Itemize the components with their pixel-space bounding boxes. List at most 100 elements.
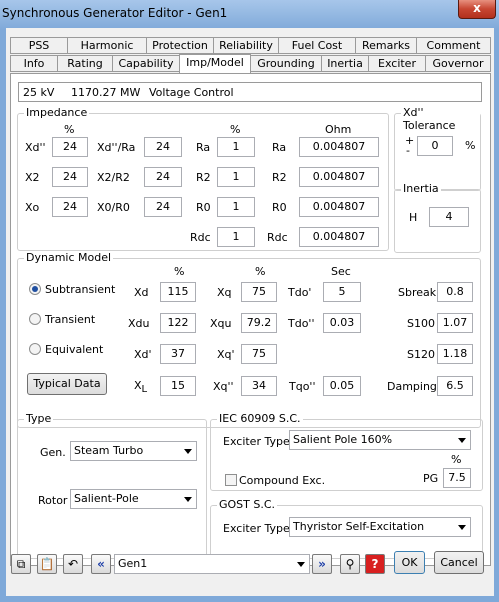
r0-pct-field[interactable]: 1 <box>217 197 255 217</box>
ra-pct-field[interactable]: 1 <box>217 137 255 157</box>
r0-ohm-label: R0 <box>272 201 287 214</box>
pg-field[interactable]: 7.5 <box>443 468 471 488</box>
tab-pss[interactable]: PSS <box>10 37 68 54</box>
next-icon[interactable]: » <box>312 554 332 574</box>
tolerance-minus: - <box>406 144 410 157</box>
info-power: 1170.27 MW <box>71 86 141 99</box>
rotor-type-select[interactable]: Salient-Pole <box>70 489 197 509</box>
tab-rating[interactable]: Rating <box>57 55 113 72</box>
chevron-down-icon <box>458 438 466 443</box>
tab-fuel-cost[interactable]: Fuel Cost <box>278 37 356 54</box>
tab-remarks[interactable]: Remarks <box>355 37 417 54</box>
xdu-label: Xdu <box>128 317 150 330</box>
dyn-sec-header: Sec <box>331 265 351 278</box>
ok-button[interactable]: OK <box>394 551 425 574</box>
r0-ohm-field[interactable]: 0.004807 <box>299 197 379 217</box>
ra-ohm-field[interactable]: 0.004807 <box>299 137 379 157</box>
typical-data-button[interactable]: Typical Data <box>27 373 107 395</box>
cancel-button[interactable]: Cancel <box>434 551 484 574</box>
tab-exciter[interactable]: Exciter <box>368 55 426 72</box>
tab-info[interactable]: Info <box>10 55 58 72</box>
paste-icon[interactable]: 📋 <box>37 554 57 574</box>
chevron-down-icon <box>184 449 192 454</box>
rdc-pct-field[interactable]: 1 <box>217 227 255 247</box>
tdo1-field[interactable]: 5 <box>323 282 361 302</box>
tdo1-label: Tdo' <box>288 286 312 299</box>
gen-type-select[interactable]: Steam Turbo <box>70 441 197 461</box>
title-bar: Synchronous Generator Editor - Gen1 x <box>0 0 499 28</box>
copy-icon[interactable]: ⧉ <box>11 554 31 574</box>
r2-ohm-field[interactable]: 0.004807 <box>299 167 379 187</box>
iec-exciter-value: Salient Pole 160% <box>293 433 393 446</box>
tolerance-unit: % <box>465 139 476 152</box>
xq2-field[interactable]: 34 <box>241 376 277 396</box>
xd2-label: Xd'' <box>25 141 46 154</box>
xqu-field[interactable]: 79.2 <box>241 313 277 333</box>
tqo-field[interactable]: 0.05 <box>323 376 361 396</box>
close-button[interactable]: x <box>458 0 496 19</box>
rdc-label: Rdc <box>190 231 211 244</box>
x0-r0-label: X0/R0 <box>97 201 130 214</box>
tolerance-title: Xd'' Tolerance <box>401 106 480 132</box>
tab-harmonic[interactable]: Harmonic <box>67 37 147 54</box>
xd1-field[interactable]: 37 <box>160 344 196 364</box>
type-title: Type <box>24 412 54 425</box>
element-select[interactable]: Gen1 <box>114 554 310 574</box>
dynamic-model-group: Dynamic Model % % Sec Subtransient Trans… <box>17 251 481 428</box>
xq-field[interactable]: 75 <box>241 282 277 302</box>
iec-exciter-label: Exciter Type <box>223 435 290 448</box>
tolerance-field[interactable]: 0 <box>417 136 453 156</box>
r2-pct-field[interactable]: 1 <box>217 167 255 187</box>
equivalent-label: Equivalent <box>45 343 104 356</box>
xd-field[interactable]: 115 <box>160 282 196 302</box>
tab-comment[interactable]: Comment <box>416 37 491 54</box>
tab-capability[interactable]: Capability <box>112 55 180 72</box>
tab-reliability[interactable]: Reliability <box>213 37 279 54</box>
xd1-label: Xd' <box>134 348 152 361</box>
xq1-field[interactable]: 75 <box>241 344 277 364</box>
iec-exciter-select[interactable]: Salient Pole 160% <box>289 430 471 450</box>
xq-label: Xq <box>217 286 232 299</box>
xd2-field[interactable]: 24 <box>52 137 88 157</box>
tab-governor[interactable]: Governor <box>425 55 491 72</box>
s100-field[interactable]: 1.07 <box>437 313 473 333</box>
help-icon[interactable]: ? <box>365 554 385 574</box>
window-title: Synchronous Generator Editor - Gen1 <box>2 6 228 20</box>
r2-label: R2 <box>196 171 211 184</box>
x2-field[interactable]: 24 <box>52 167 88 187</box>
tab-grounding[interactable]: Grounding <box>250 55 322 72</box>
ohm-header: Ohm <box>325 123 352 136</box>
tdo2-field[interactable]: 0.03 <box>323 313 361 333</box>
x2-r2-field[interactable]: 24 <box>144 167 182 187</box>
type-group: Type Gen. Steam Turbo Rotor Salient-Pole <box>17 412 207 559</box>
radio-transient[interactable] <box>29 313 41 325</box>
tolerance-group: Xd'' Tolerance + - 0 % <box>394 106 481 191</box>
gost-exciter-value: Thyristor Self-Excitation <box>293 520 425 533</box>
undo-icon[interactable]: ↶ <box>63 554 83 574</box>
xdu-field[interactable]: 122 <box>160 313 196 333</box>
radio-equivalent[interactable] <box>29 343 41 355</box>
radio-subtransient[interactable] <box>29 283 41 295</box>
s120-field[interactable]: 1.18 <box>437 344 473 364</box>
damping-field[interactable]: 6.5 <box>437 376 473 396</box>
r0-label: R0 <box>196 201 211 214</box>
damping-label: Damping <box>387 380 437 393</box>
gost-exciter-select[interactable]: Thyristor Self-Excitation <box>289 517 471 537</box>
compound-exc-checkbox[interactable] <box>225 474 237 486</box>
x0-r0-field[interactable]: 24 <box>144 197 182 217</box>
xd2-ra-field[interactable]: 24 <box>144 137 182 157</box>
rdc-ohm-field[interactable]: 0.004807 <box>299 227 379 247</box>
sbreak-field[interactable]: 0.8 <box>437 282 473 302</box>
tab-protection[interactable]: Protection <box>146 37 214 54</box>
h-field[interactable]: 4 <box>429 207 469 227</box>
client-area: PSS Harmonic Protection Reliability Fuel… <box>6 28 494 596</box>
tab-imp-model[interactable]: Imp/Model <box>179 54 251 73</box>
binoculars-icon[interactable]: ⚲ <box>340 554 360 574</box>
previous-icon[interactable]: « <box>91 554 111 574</box>
xo-field[interactable]: 24 <box>52 197 88 217</box>
iec-group: IEC 60909 S.C. Exciter Type Salient Pole… <box>210 412 483 491</box>
tab-inertia[interactable]: Inertia <box>321 55 369 72</box>
xl-field[interactable]: 15 <box>160 376 196 396</box>
pg-label: PG <box>423 472 439 485</box>
x2-label: X2 <box>25 171 40 184</box>
